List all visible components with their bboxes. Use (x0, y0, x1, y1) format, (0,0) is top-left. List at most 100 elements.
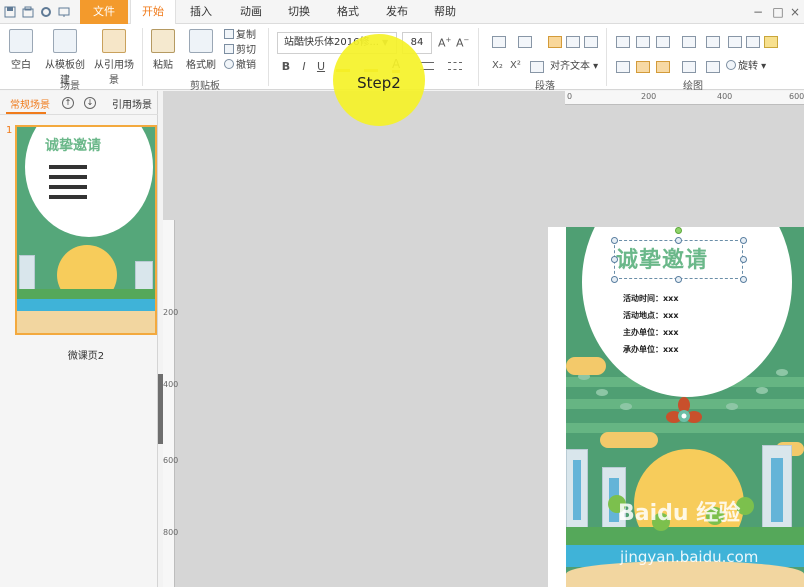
thumb-info-line (49, 185, 87, 189)
blank-scene-button[interactable]: 空白 (6, 29, 36, 71)
align-right-icon[interactable] (584, 36, 598, 48)
ruler-tick: 0 (567, 92, 573, 101)
leaf (596, 389, 608, 396)
line-spacing-icon[interactable] (518, 36, 532, 48)
crop-icon[interactable] (616, 61, 630, 73)
group-icon[interactable] (728, 36, 742, 48)
rotate-handle[interactable] (675, 227, 682, 234)
from-ref-scene-label: 从引用场景 (94, 60, 134, 86)
tab-common-scene[interactable]: 常规场景 (10, 96, 50, 111)
arrange-icon[interactable] (636, 36, 650, 48)
divider (142, 28, 143, 86)
tab-transition[interactable]: 切换 (278, 0, 320, 24)
tab-help[interactable]: 帮助 (424, 0, 466, 24)
bring-front-icon[interactable] (636, 61, 650, 73)
resize-handle[interactable] (675, 237, 682, 244)
watermark-url: jingyan.baidu.com (620, 548, 759, 566)
drawing-group-label: 绘图 (683, 81, 703, 92)
ruler-tick: 600 (163, 456, 179, 465)
align-left-icon[interactable] (548, 36, 562, 48)
format-painter-label: 格式刷 (186, 60, 216, 71)
rotate-button[interactable]: 旋转 ▾ (726, 60, 766, 74)
tab-ref-scene[interactable]: 引用场景 (112, 96, 152, 111)
open-icon[interactable] (22, 6, 34, 18)
move-up-icon[interactable]: ↑ (62, 97, 74, 109)
paste-button[interactable]: 粘贴 (148, 29, 178, 71)
ruler-tick: 800 (163, 528, 179, 537)
ungroup-icon[interactable] (746, 36, 760, 48)
send-back-icon[interactable] (656, 61, 670, 73)
save-icon[interactable] (4, 6, 16, 18)
text-direction-icon[interactable] (530, 61, 544, 73)
horizontal-ruler: 0 200 400 600 (565, 91, 804, 105)
poster-info-place[interactable]: 活动地点：xxx (623, 310, 678, 321)
tab-publish[interactable]: 发布 (376, 0, 418, 24)
slide-thumbnail[interactable]: 诚挚邀请 (15, 125, 157, 335)
undo-button[interactable]: 撤销 (224, 59, 256, 73)
leaf (620, 403, 632, 410)
undo-label: 撤销 (236, 60, 256, 71)
format-painter-button[interactable]: 格式刷 (184, 29, 218, 71)
slide-page[interactable]: 诚挚邀请 活动时间：xxx 活动地点：xxx 主办单位：xxx 承办单位：xxx (548, 227, 804, 587)
scissors-icon (224, 44, 234, 54)
copy-button[interactable]: 复制 (224, 29, 256, 43)
slide-label: 微课页2 (67, 351, 105, 362)
preview-icon[interactable] (58, 6, 70, 18)
underline-icon[interactable]: U (314, 60, 328, 73)
settings-icon[interactable] (40, 6, 52, 18)
move-down-icon[interactable]: ↓ (84, 97, 96, 109)
align-icon[interactable] (656, 36, 670, 48)
tab-animation[interactable]: 动画 (230, 0, 272, 24)
leaf (726, 403, 738, 410)
cut-button[interactable]: 剪切 (224, 44, 256, 58)
shape-icon[interactable] (616, 36, 630, 48)
distribute-icon[interactable] (682, 36, 696, 48)
align-center-icon[interactable] (566, 36, 580, 48)
dash-style-icon[interactable] (448, 62, 462, 70)
resize-handle[interactable] (740, 237, 747, 244)
selection-box[interactable] (614, 240, 743, 279)
resize-handle[interactable] (740, 276, 747, 283)
blank-scene-label: 空白 (11, 60, 31, 71)
paragraph-group-label: 段落 (535, 81, 555, 92)
resize-handle[interactable] (611, 276, 618, 283)
superscript-icon[interactable]: X² (510, 60, 521, 71)
rotate-label: 旋转 (738, 61, 758, 72)
minimize-icon[interactable]: − (750, 4, 766, 20)
menu-file[interactable]: 文件 (80, 0, 128, 24)
align-text-button[interactable]: 对齐文本 ▾ (550, 60, 598, 74)
resize-handle[interactable] (675, 276, 682, 283)
poster-info-host[interactable]: 主办单位：xxx (623, 327, 678, 338)
resize-handle[interactable] (740, 256, 747, 263)
menu-bar: 文件 开始 插入 动画 切换 格式 发布 帮助 − □ × (0, 0, 804, 25)
maximize-icon[interactable]: □ (770, 4, 786, 20)
tab-insert[interactable]: 插入 (180, 0, 222, 24)
tab-format[interactable]: 格式 (327, 0, 369, 24)
grow-font-icon[interactable]: A+ (438, 36, 451, 50)
layer-icon[interactable] (706, 61, 720, 73)
copy-icon (224, 29, 234, 39)
ref-scene-icon (102, 29, 126, 53)
lock-icon[interactable] (764, 36, 778, 48)
close-icon[interactable]: × (787, 4, 803, 20)
bullet-list-icon[interactable] (492, 36, 506, 48)
bar-chart-icon[interactable] (706, 36, 720, 48)
subscript-icon[interactable]: X₂ (492, 60, 503, 71)
blank-scene-icon (9, 29, 33, 53)
flip-icon[interactable] (682, 61, 696, 73)
poster-info-organizer[interactable]: 承办单位：xxx (623, 344, 678, 355)
building (566, 449, 588, 529)
copy-label: 复制 (236, 30, 256, 41)
resize-handle[interactable] (611, 256, 618, 263)
italic-icon[interactable]: I (297, 60, 311, 73)
ruler-tick: 400 (163, 380, 179, 389)
scene-panel: 常规场景 ↑ ↓ 引用场景 1 诚挚邀请 微课页2 (0, 91, 158, 587)
poster-info-time[interactable]: 活动时间：xxx (623, 293, 678, 304)
leaf (756, 387, 768, 394)
shrink-font-icon[interactable]: A− (456, 36, 469, 50)
divider (268, 28, 269, 86)
resize-handle[interactable] (611, 237, 618, 244)
tab-home[interactable]: 开始 (130, 0, 176, 25)
from-ref-scene-button[interactable]: 从引用场景 (90, 29, 138, 86)
bold-icon[interactable]: B (279, 60, 293, 73)
